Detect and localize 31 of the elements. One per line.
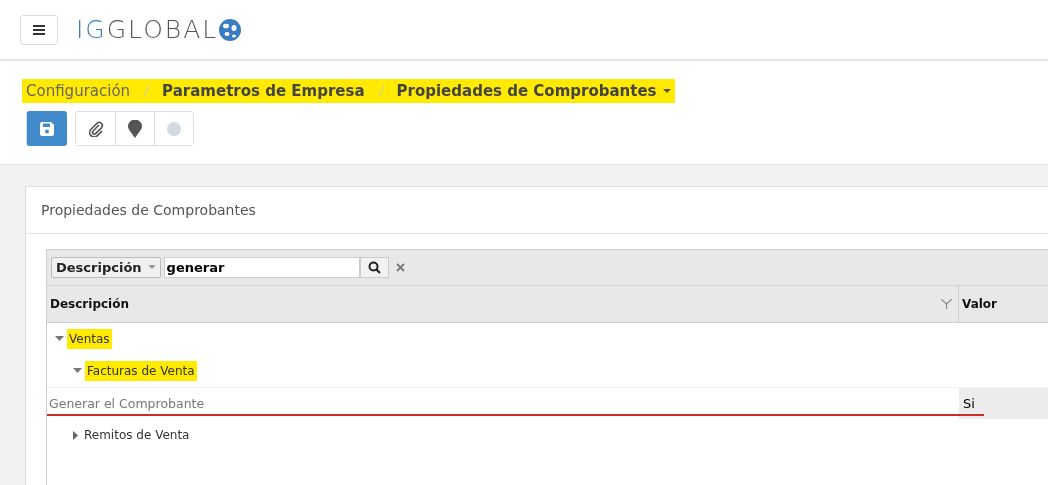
tree-node[interactable]: Ventas [67,329,112,349]
menu-icon [33,24,45,35]
tree-node[interactable]: Facturas de Venta [85,361,197,381]
save-icon [39,120,55,137]
panel-title: Propiedades de Comprobantes [26,187,1048,234]
breadcrumb-link[interactable]: Configuración [22,79,135,103]
field-select[interactable]: Descripción [51,257,161,278]
search-button[interactable] [359,257,389,278]
save-button[interactable] [26,111,67,146]
filter-icon[interactable] [941,299,952,309]
value-cell[interactable]: Si [959,388,1048,419]
search-icon [367,261,381,274]
breadcrumb-link[interactable]: Parametros de Empresa [158,79,369,103]
globe-icon [219,18,242,41]
caret-icon [147,265,156,270]
expander-icon[interactable] [73,430,79,440]
breadcrumb-link[interactable]: Propiedades de Comprobantes [392,79,675,103]
logo-text: IG [76,15,107,44]
search-field[interactable]: generar [163,257,360,278]
column-header[interactable]: Valor [959,286,997,322]
map-pin-icon [128,119,142,138]
expander-icon[interactable] [55,336,64,342]
menu-button[interactable] [20,14,58,45]
tree-node[interactable]: Remitos de Venta [82,425,192,445]
property-name: Generar el Comprobante [48,396,205,411]
logo-text: GLOBAL [106,15,219,44]
circle-icon [167,121,181,136]
clear-icon[interactable] [395,263,405,272]
paperclip-icon [87,120,104,137]
expander-icon[interactable] [73,368,82,374]
column-header[interactable]: Descripción [47,286,959,322]
